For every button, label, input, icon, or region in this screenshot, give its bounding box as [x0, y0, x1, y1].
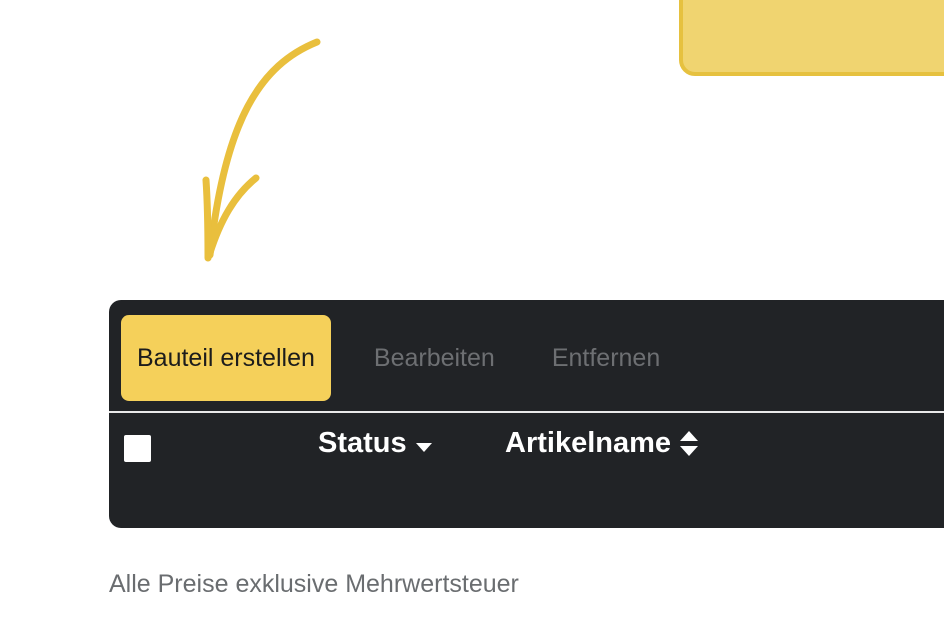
table-header-row: Status Artikelname [109, 413, 944, 483]
column-header-label: Artikelname [505, 427, 672, 459]
table-toolbar: Bauteil erstellen Bearbeiten Entfernen [121, 315, 944, 401]
column-header-article-name[interactable]: Artikelname [505, 427, 699, 460]
screenshot-stage: Bauteil erstellen Bearbeiten Entfernen S… [0, 0, 944, 642]
curved-arrow-icon [202, 38, 321, 262]
edit-button[interactable]: Bearbeiten [374, 344, 495, 373]
create-part-button[interactable]: Bauteil erstellen [121, 315, 331, 401]
select-all-checkbox[interactable] [124, 435, 151, 462]
callout-box [679, 0, 944, 76]
price-note: Alle Preise exklusive Mehrwertsteuer [109, 570, 519, 598]
delete-button[interactable]: Entfernen [552, 344, 660, 373]
column-header-status[interactable]: Status [318, 427, 432, 460]
parts-table-panel: Bauteil erstellen Bearbeiten Entfernen S… [109, 300, 944, 528]
caret-down-icon [415, 442, 432, 452]
column-header-label: Status [318, 427, 407, 459]
sort-up-down-icon [680, 430, 699, 456]
